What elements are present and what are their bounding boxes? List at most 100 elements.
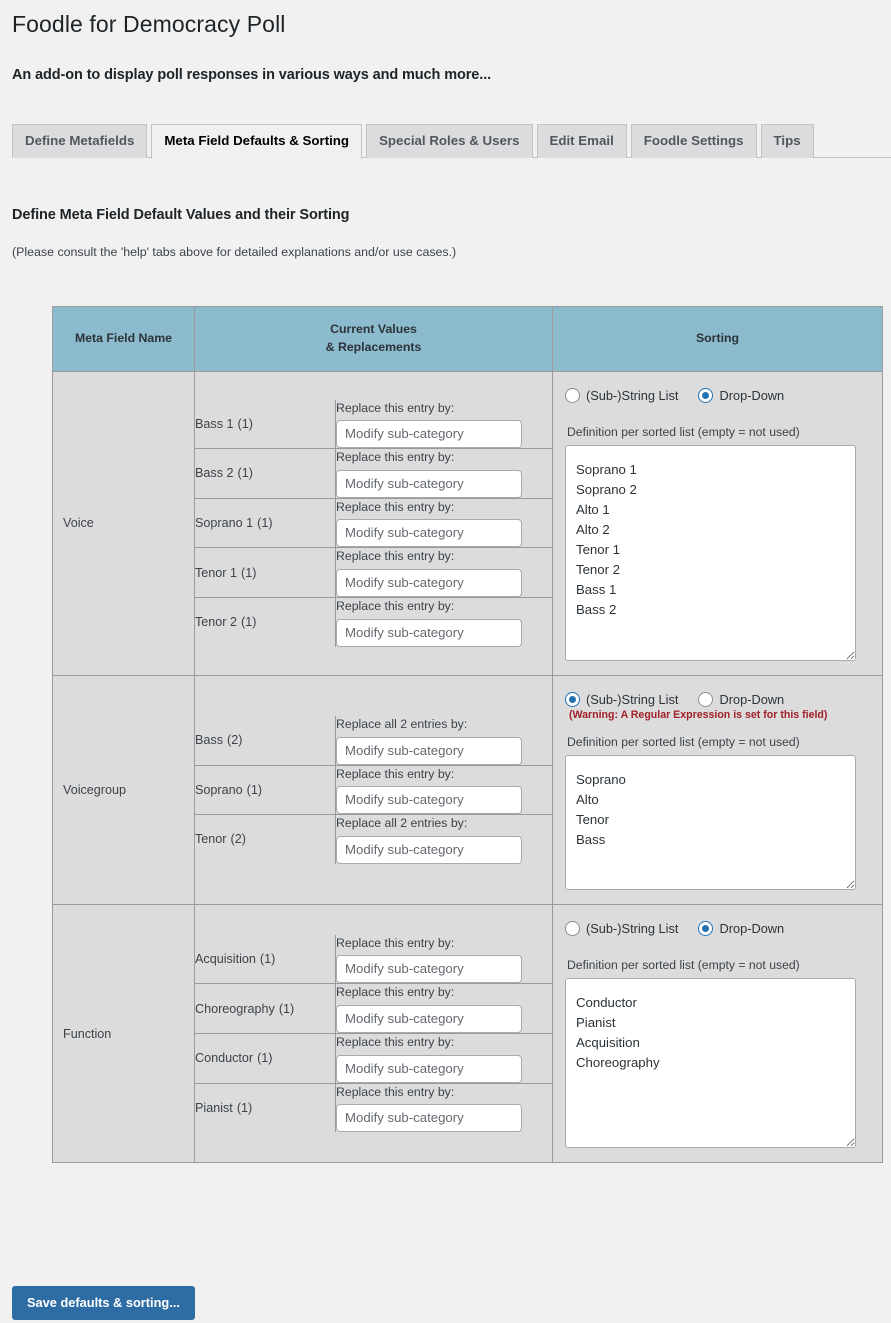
replace-label: Replace all 2 entries by: — [336, 716, 468, 731]
replace-label: Replace this entry by: — [336, 400, 455, 415]
entry-count: (1) — [237, 466, 253, 481]
entry-label: Bass 2 — [195, 466, 234, 481]
tab-edit-email[interactable]: Edit Email — [536, 124, 627, 158]
entry-name: Soprano (1) — [195, 765, 336, 816]
entry-label: Bass 1 — [195, 416, 234, 431]
entry-label: Bass — [195, 733, 223, 748]
radio-substring-list-indicator[interactable] — [565, 921, 580, 937]
entry-count: (1) — [278, 1001, 295, 1016]
radio-dropdown-indicator[interactable] — [698, 691, 714, 707]
sorting-cell: (Sub-)String List Drop-Down (Warning: A Re… — [552, 674, 883, 906]
entry-label: Pianist — [195, 1100, 233, 1115]
radio-dropdown[interactable]: Drop-Down — [698, 691, 785, 707]
sorted-list-textarea[interactable] — [565, 755, 856, 891]
radio-dropdown-label: Drop-Down — [719, 921, 785, 937]
definition-label: Definition per sorted list (empty = not … — [567, 735, 800, 750]
radio-substring-list[interactable]: (Sub-)String List — [565, 691, 678, 707]
replace-input[interactable] — [336, 1054, 522, 1083]
replace-input[interactable] — [336, 469, 522, 498]
entry-name: Tenor 2 (1) — [195, 597, 336, 647]
entry-replacement: Replace this entry by: — [335, 934, 552, 985]
entry-replacement: Replace this entry by: — [335, 498, 552, 549]
radio-dropdown-indicator[interactable] — [698, 921, 714, 937]
radio-substring-list-indicator[interactable] — [565, 691, 580, 707]
column-header-meta-field-name: Meta Field Name — [52, 306, 195, 372]
sorting-mode-radio-group: (Sub-)String List Drop-Down — [565, 387, 868, 403]
radio-substring-list-label: (Sub-)String List — [586, 921, 679, 937]
save-defaults-button[interactable]: Save defaults & sorting... — [12, 1286, 195, 1321]
replace-label: Replace this entry by: — [336, 985, 455, 1000]
replace-label: Replace all 2 entries by: — [336, 816, 468, 831]
entry-replacement: Replace all 2 entries by: — [335, 814, 552, 864]
entry-count: (1) — [236, 1100, 253, 1115]
sorted-list-textarea[interactable] — [565, 444, 856, 661]
entry-name: Conductor (1) — [195, 1033, 336, 1084]
tab-meta-field-defaults-sorting[interactable]: Meta Field Defaults & Sorting — [151, 124, 363, 159]
replace-input[interactable] — [336, 736, 522, 765]
radio-dropdown-label: Drop-Down — [719, 691, 785, 707]
current-values-cell: Bass 1(1)Replace this entry by:Bass 2(1)… — [194, 370, 553, 676]
entry-label: Choreography — [195, 1001, 275, 1016]
table-head: Meta Field Name Current Values & Replace… — [52, 306, 883, 372]
entry-row: Conductor (1) Replace this entry by: — [195, 1033, 552, 1084]
meta-field-name-cell: Voicegroup — [52, 674, 195, 906]
page-title: Foodle for Democracy Poll — [12, 11, 286, 37]
entry-label: Acquisition — [195, 952, 256, 967]
tab-define-metafields[interactable]: Define Metafields — [12, 124, 148, 158]
column-header-current-values-line1: Current Values — [330, 322, 417, 336]
radio-substring-list[interactable]: (Sub-)String List — [565, 387, 678, 403]
replace-input[interactable] — [336, 1104, 522, 1133]
entry-label: Conductor — [195, 1051, 254, 1066]
entry-replacement: Replace all 2 entries by: — [335, 715, 552, 766]
entry-count: (1) — [246, 782, 263, 797]
entry-count: (1) — [257, 1051, 273, 1066]
entry-row: Bass 1 (1) Replace this entry by: — [195, 399, 552, 450]
section-note: (Please consult the 'help' tabs above fo… — [12, 245, 457, 259]
current-values-cell: Acquisition(1)Replace this entry by:Chor… — [194, 904, 553, 1163]
replace-input[interactable] — [336, 1005, 522, 1034]
radio-substring-list-indicator[interactable] — [565, 387, 580, 403]
tab-foodle-settings[interactable]: Foodle Settings — [630, 124, 757, 158]
entry-name: Acquisition (1) — [195, 934, 336, 985]
replace-input[interactable] — [336, 420, 522, 449]
replace-label: Replace this entry by: — [336, 598, 455, 613]
entry-count: (2) — [230, 832, 246, 847]
entry-name: Bass 1 (1) — [195, 399, 336, 450]
sorted-list-textarea[interactable] — [565, 978, 856, 1148]
radio-dropdown[interactable]: Drop-Down — [698, 921, 785, 937]
entry-replacement: Replace this entry by: — [335, 399, 552, 450]
replace-input[interactable] — [336, 786, 522, 815]
entries-table: Acquisition(1)Replace this entry by:Chor… — [195, 934, 552, 1133]
replace-input[interactable] — [336, 835, 522, 864]
table-row: Voicegroup Bass (2) Replace all 2 entries b… — [52, 674, 883, 906]
current-values-cell: Bass(2)Replace all 2 entries by:Soprano(… — [194, 674, 553, 906]
radio-dropdown-indicator[interactable] — [698, 387, 714, 403]
replace-label: Replace this entry by: — [336, 1084, 455, 1099]
replace-input[interactable] — [336, 519, 522, 548]
entry-name: Bass 2 (1) — [195, 448, 336, 499]
table-row: Function Acquisition (1) Replace this entry… — [52, 904, 883, 1163]
meta-field-name-cell: Voice — [52, 370, 195, 676]
replace-label: Replace this entry by: — [336, 499, 455, 514]
tab-bar: Define Metafields Meta Field Defaults & S… — [12, 124, 891, 159]
entry-label: Tenor 1 — [195, 565, 238, 580]
sorting-cell: (Sub-)String List Drop-Down Definition per… — [552, 904, 883, 1163]
replace-label: Replace this entry by: — [336, 549, 455, 564]
replace-label: Replace this entry by: — [336, 766, 455, 781]
entries-table: Bass 1(1)Replace this entry by:Bass 2(1)… — [195, 399, 552, 647]
entry-replacement: Replace this entry by: — [335, 983, 552, 1035]
entry-row: Acquisition (1) Replace this entry by: — [195, 934, 552, 985]
radio-substring-list[interactable]: (Sub-)String List — [565, 921, 679, 937]
replace-input[interactable] — [336, 618, 522, 647]
entry-replacement: Replace this entry by: — [335, 448, 552, 499]
radio-dropdown-label: Drop-Down — [719, 387, 785, 403]
entry-replacement: Replace this entry by: — [335, 765, 552, 816]
entry-row: Soprano (1) Replace this entry by: — [195, 765, 552, 816]
tab-special-roles-users[interactable]: Special Roles & Users — [366, 124, 533, 158]
radio-dropdown[interactable]: Drop-Down — [698, 387, 785, 403]
entry-row: Bass (2) Replace all 2 entries by: — [195, 715, 552, 766]
replace-input[interactable] — [336, 955, 522, 984]
sorting-cell: (Sub-)String List Drop-Down Definition per… — [552, 370, 883, 676]
replace-input[interactable] — [336, 568, 522, 597]
tab-tips[interactable]: Tips — [760, 124, 814, 158]
